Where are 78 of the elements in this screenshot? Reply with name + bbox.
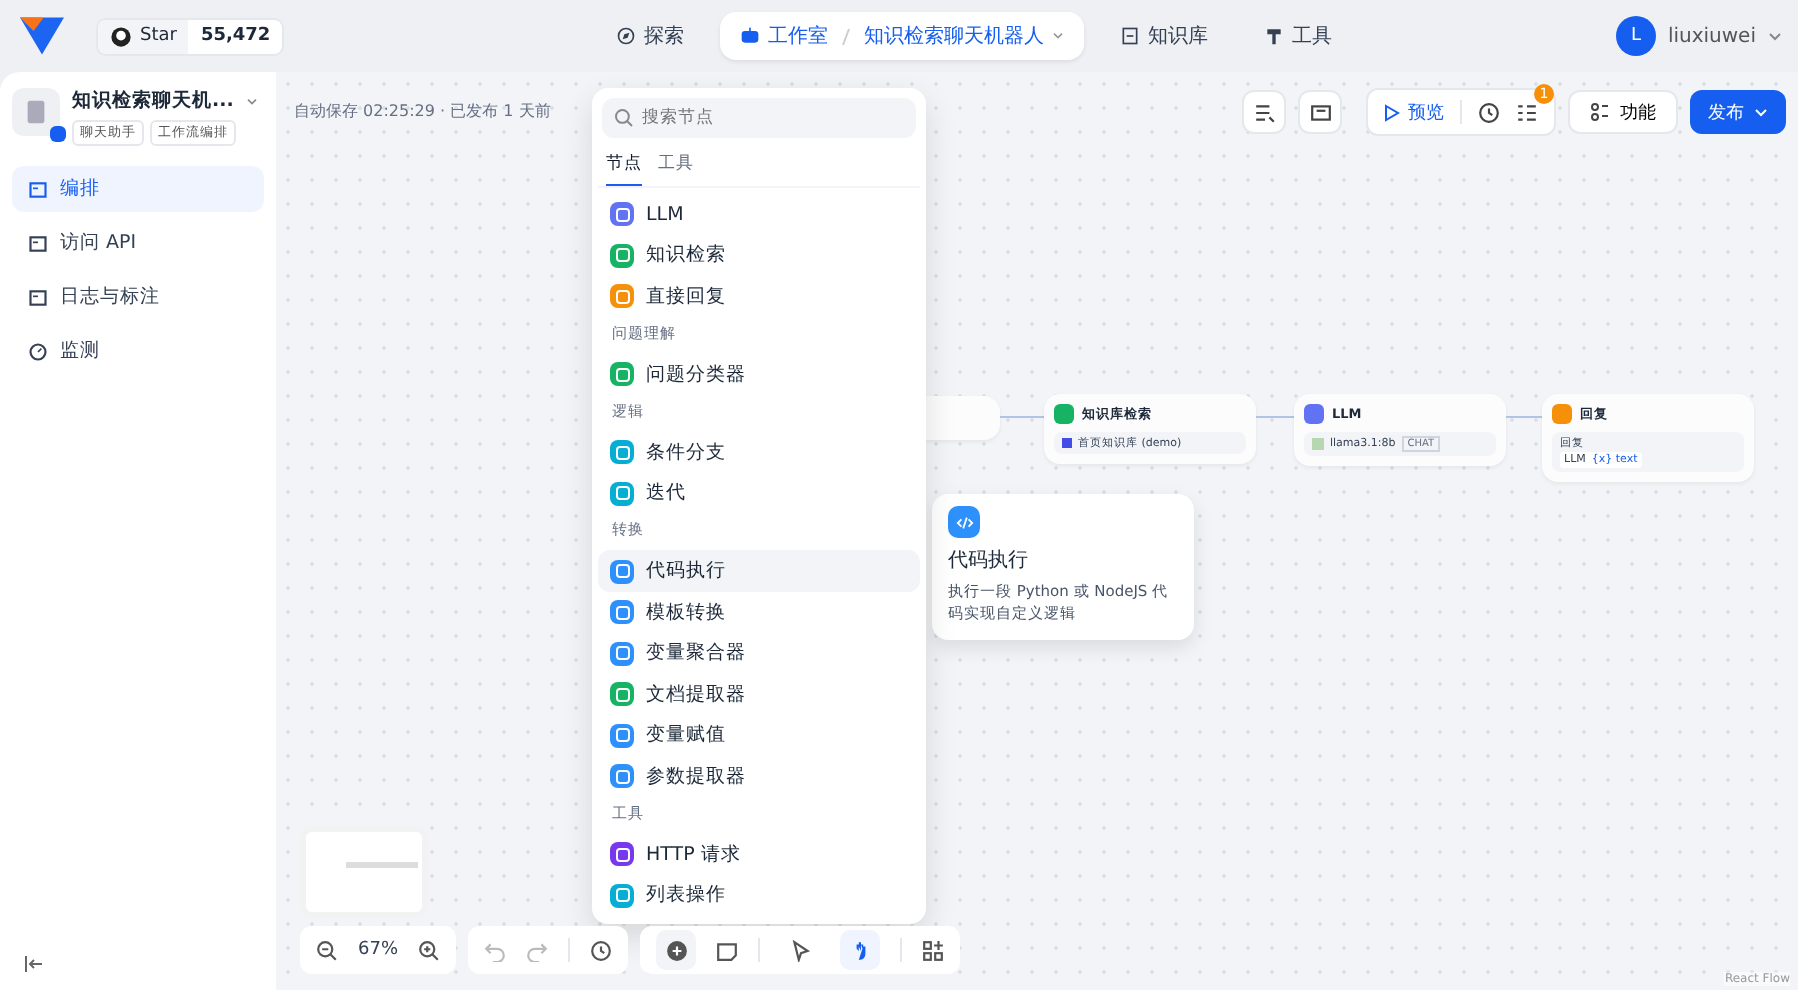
compass-icon — [616, 26, 636, 46]
sidebar-item[interactable]: 编排 — [12, 166, 264, 212]
search-icon — [614, 108, 634, 128]
layout-icon — [28, 179, 48, 199]
menu-item[interactable]: 迭代 — [598, 472, 920, 514]
book-icon — [1120, 26, 1140, 46]
sidebar-item[interactable]: 监测 — [12, 328, 264, 374]
window-icon — [1309, 101, 1331, 123]
history-icon[interactable] — [590, 939, 613, 961]
menu-item[interactable]: 知识检索 — [598, 235, 920, 277]
zoom-in-icon[interactable] — [418, 939, 441, 961]
chevron-down-icon — [1768, 31, 1782, 41]
terminal-icon — [28, 233, 48, 253]
publish-button[interactable]: 发布 — [1690, 90, 1786, 134]
chevron-down-icon — [1754, 107, 1768, 117]
env-button[interactable] — [1298, 90, 1342, 134]
menu-item[interactable]: 变量赋值 — [598, 715, 920, 757]
zoom-level[interactable]: 67% — [358, 940, 399, 960]
gauge-icon — [28, 341, 48, 361]
sidebar-item[interactable]: 日志与标注 — [12, 274, 264, 320]
menu-tab[interactable]: 节点 — [606, 146, 642, 186]
plus-icon — [665, 939, 688, 961]
menu-item[interactable]: 文档提取器 — [598, 673, 920, 716]
menu-item[interactable]: 列表操作 — [598, 875, 920, 917]
features-button[interactable]: 功能 — [1568, 90, 1678, 134]
zoom-out-icon[interactable] — [316, 939, 338, 961]
edge-connector — [1256, 416, 1294, 418]
chevron-down-icon — [1052, 32, 1064, 40]
app-icon — [12, 88, 60, 136]
model-icon — [1312, 438, 1324, 450]
nav-tab[interactable]: 知识库 — [1100, 12, 1228, 60]
menu-item[interactable]: 条件分支 — [598, 431, 920, 473]
nav-tab[interactable]: 探索 — [596, 12, 704, 60]
tooltip-title: 代码执行 — [948, 547, 1028, 574]
preview-button[interactable]: 预览 — [1384, 99, 1444, 125]
edge-connector — [1506, 416, 1542, 418]
github-icon — [110, 25, 132, 47]
save-status: 自动保存 02:25:29 · 已发布 1 天前 — [294, 100, 551, 122]
star-label: Star — [140, 26, 177, 46]
sidebar-item[interactable]: 访问 API — [12, 220, 264, 266]
edge-connector — [1000, 416, 1044, 418]
menu-item[interactable]: 直接回复 — [598, 276, 920, 318]
menu-item[interactable]: LLM — [598, 194, 920, 236]
logo-icon[interactable] — [16, 14, 68, 58]
star-count: 55,472 — [198, 23, 273, 49]
github-star-button[interactable]: Star 55,472 — [96, 17, 285, 55]
hammer-icon — [1264, 26, 1284, 46]
log-icon — [28, 287, 48, 307]
list-icon[interactable] — [1516, 101, 1538, 123]
note-icon[interactable] — [716, 939, 739, 961]
nav-tab[interactable]: 工具 — [1244, 12, 1352, 60]
menu-tab[interactable]: 工具 — [658, 146, 694, 186]
nav-tab[interactable]: 工作室 知识检索聊天机器人 — [720, 12, 1084, 60]
checklist-icon — [1253, 101, 1275, 123]
menu-item[interactable]: 参数提取器 — [598, 756, 920, 798]
add-node-button[interactable] — [656, 930, 697, 970]
checklist-button[interactable] — [1242, 90, 1286, 134]
chevron-down-icon[interactable] — [245, 97, 258, 105]
minimap — [300, 826, 428, 918]
robot-icon — [740, 26, 760, 46]
hand-tool[interactable] — [840, 930, 881, 970]
menu-item[interactable]: HTTP 请求 — [598, 833, 920, 875]
breadcrumb-separator — [842, 27, 850, 45]
history-icon[interactable] — [1478, 101, 1500, 123]
avatar: L — [1615, 16, 1656, 56]
user-menu[interactable]: L liuxiuwei — [1615, 16, 1782, 56]
pointer-icon — [789, 939, 812, 961]
grid-plus-icon[interactable] — [922, 939, 945, 961]
menu-item[interactable]: 代码执行 — [598, 550, 920, 592]
collapse-icon[interactable] — [24, 954, 44, 974]
play-icon — [1384, 103, 1400, 121]
search-field[interactable]: 搜索节点 — [602, 98, 916, 138]
menu-item[interactable]: 变量聚合器 — [598, 632, 920, 674]
menu-item[interactable]: 问题分类器 — [598, 353, 920, 396]
menu-item[interactable]: 模板转换 — [598, 591, 920, 633]
app-name[interactable]: 知识检索聊天机... — [72, 88, 234, 114]
knowledge-base-icon — [1062, 438, 1072, 448]
features-icon — [1590, 102, 1610, 122]
